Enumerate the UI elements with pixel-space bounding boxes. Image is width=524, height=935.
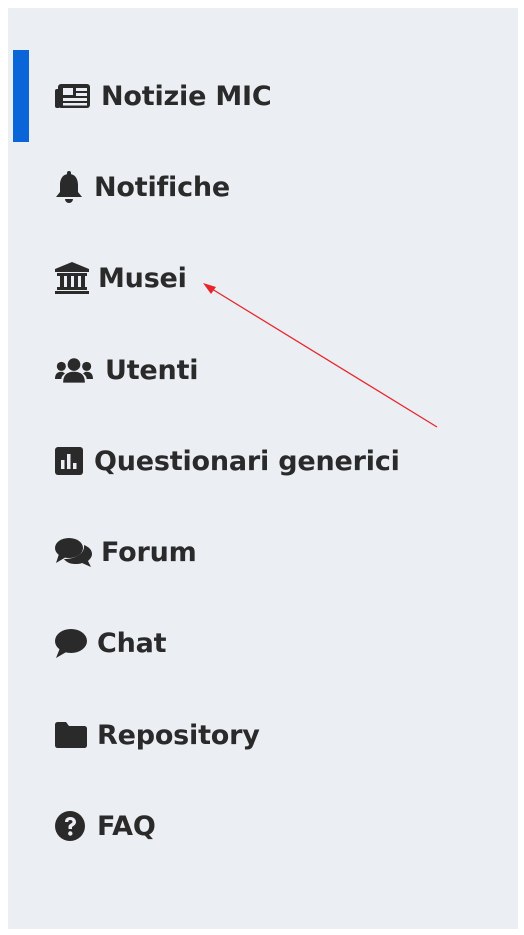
sidebar-item-label: Utenti [105, 354, 199, 386]
sidebar-item-label: Chat [97, 627, 167, 659]
sidebar-item-utenti[interactable]: Utenti [8, 324, 518, 416]
sidebar-item-chat[interactable]: Chat [8, 597, 518, 689]
sidebar-item-label: Notifiche [94, 171, 231, 203]
sidebar-item-notizie-mic[interactable]: Notizie MIC [8, 50, 518, 142]
sidebar-item-label: FAQ [97, 810, 156, 842]
sidebar-item-label: Notizie MIC [101, 80, 272, 112]
active-indicator [13, 50, 29, 142]
sidebar-panel: Notizie MIC Notifiche Musei Utenti Quest… [8, 8, 518, 929]
chart-bar-icon [55, 444, 93, 478]
sidebar-item-label: Questionari generici [94, 445, 400, 477]
question-circle-icon [55, 809, 93, 843]
comment-icon [55, 626, 93, 660]
sidebar-item-questionari-generici[interactable]: Questionari generici [8, 415, 518, 507]
bell-icon [55, 170, 93, 204]
sidebar-item-label: Forum [101, 536, 197, 568]
users-icon [55, 353, 93, 387]
sidebar-item-forum[interactable]: Forum [8, 506, 518, 598]
sidebar-item-notifiche[interactable]: Notifiche [8, 141, 518, 233]
sidebar-item-label: Musei [98, 262, 187, 294]
newspaper-icon [55, 79, 93, 113]
museum-icon [55, 261, 93, 295]
sidebar-item-faq[interactable]: FAQ [8, 780, 518, 872]
sidebar-item-musei[interactable]: Musei [8, 232, 518, 324]
sidebar-item-repository[interactable]: Repository [8, 689, 518, 781]
sidebar-item-label: Repository [97, 719, 260, 751]
comments-icon [55, 535, 93, 569]
folder-icon [55, 718, 93, 752]
